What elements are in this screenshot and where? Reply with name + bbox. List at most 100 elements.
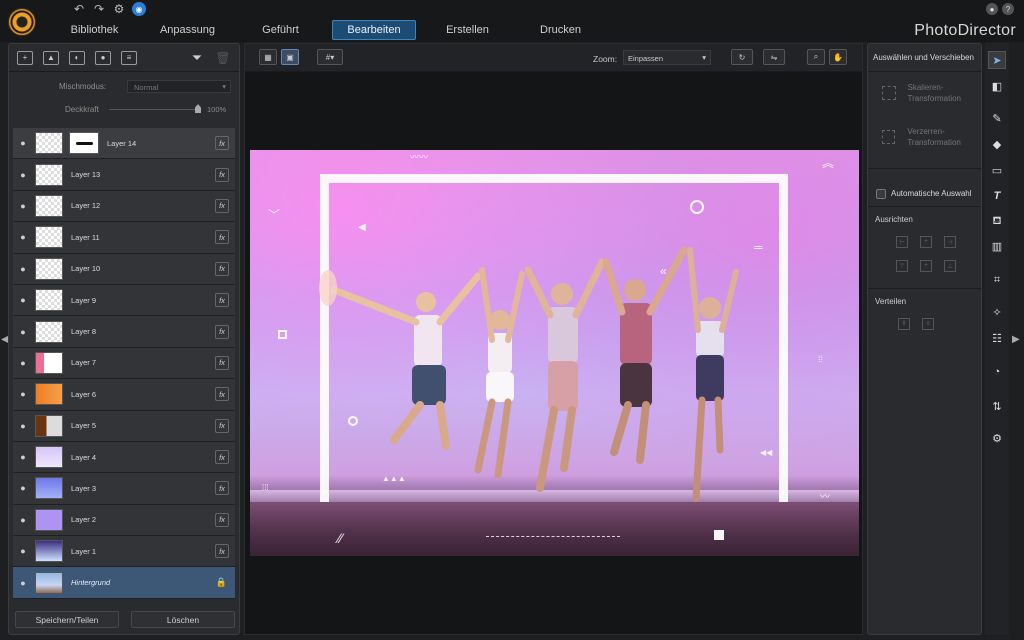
layer-fx-button[interactable]: fx xyxy=(215,355,229,370)
layer-fx-button[interactable]: fx xyxy=(215,481,229,496)
transfer-tool-icon[interactable]: ⇅ xyxy=(988,397,1006,415)
filter-icon[interactable]: ⏷ xyxy=(189,50,205,65)
visibility-eye-icon[interactable]: ● xyxy=(13,515,33,525)
background-layer-row[interactable]: ● Hintergrund 🔒 xyxy=(13,567,235,599)
align-left-icon[interactable]: ⊢ xyxy=(896,236,908,248)
crop-tool-icon[interactable]: ⌗ xyxy=(988,271,1006,289)
layer-row[interactable]: ● Layer 9 fx xyxy=(13,284,235,317)
notification-icon[interactable]: ◉ xyxy=(132,2,146,16)
layer-row[interactable]: ● Layer 14 fx xyxy=(13,128,235,160)
color-tool-icon[interactable]: ◔ xyxy=(988,363,1006,381)
auto-select-checkbox[interactable]: Automatische Auswahl xyxy=(868,168,981,206)
zoom-tool-icon[interactable]: ⌕ xyxy=(807,49,825,65)
mask-icon[interactable]: ● xyxy=(95,50,111,65)
visibility-eye-icon[interactable]: ● xyxy=(13,546,33,556)
layer-fx-button[interactable]: fx xyxy=(215,293,229,308)
trash-icon[interactable]: 🗑 xyxy=(215,51,231,65)
nav-tab-adjustment[interactable]: Anpassung xyxy=(141,20,234,40)
layer-fx-button[interactable]: fx xyxy=(215,450,229,465)
layer-fx-button[interactable]: fx xyxy=(215,261,229,276)
shape-tool-icon[interactable]: ▭ xyxy=(988,161,1006,179)
visibility-eye-icon[interactable]: ● xyxy=(13,138,33,148)
layer-row[interactable]: ● Layer 6 fx xyxy=(13,379,235,411)
align-middle-icon[interactable]: + xyxy=(920,260,932,272)
flip-icon[interactable]: ⇋ xyxy=(763,49,785,65)
nav-tab-edit[interactable]: Bearbeiten xyxy=(332,20,416,40)
nav-tab-guided[interactable]: Geführt xyxy=(234,20,327,40)
layer-row[interactable]: ● Layer 8 fx xyxy=(13,316,235,348)
layer-row[interactable]: ● Layer 12 fx xyxy=(13,190,235,223)
pan-hand-icon[interactable]: ✋ xyxy=(829,49,847,65)
fill-tool-icon[interactable]: ⛾ xyxy=(988,213,1006,231)
layer-mask-thumbnail[interactable] xyxy=(69,132,99,155)
add-image-layer-icon[interactable]: ▲ xyxy=(43,50,59,65)
visibility-eye-icon[interactable]: ● xyxy=(13,295,33,305)
redo-icon[interactable]: ↷ xyxy=(92,2,106,16)
undo-icon[interactable]: ↶ xyxy=(72,2,86,16)
settings-tool-icon[interactable]: ⚙ xyxy=(988,429,1006,447)
layer-row[interactable]: ● Layer 3 fx xyxy=(13,473,235,505)
adjustment-layer-icon[interactable]: ◐ xyxy=(69,50,85,65)
add-layer-icon[interactable]: + xyxy=(17,50,33,65)
single-view-icon[interactable]: ▣ xyxy=(281,49,299,65)
visibility-eye-icon[interactable]: ● xyxy=(13,483,33,493)
app-logo-icon[interactable] xyxy=(8,8,36,36)
layer-row[interactable]: ● Layer 2 fx xyxy=(13,504,235,537)
layer-fx-button[interactable]: fx xyxy=(215,324,229,339)
layer-fx-button[interactable]: fx xyxy=(215,230,229,245)
brush-tool-icon[interactable]: ✎ xyxy=(988,109,1006,127)
visibility-eye-icon[interactable]: ● xyxy=(13,327,33,337)
visibility-eye-icon[interactable]: ● xyxy=(13,232,33,242)
scale-transform-option[interactable]: Skalieren-Transformation xyxy=(868,72,981,116)
adjust-sliders-tool-icon[interactable]: ☷ xyxy=(988,329,1006,347)
align-right-icon[interactable]: ⊣ xyxy=(944,236,956,248)
opacity-slider-handle[interactable] xyxy=(195,104,201,113)
layer-style-tool-icon[interactable]: ◧ xyxy=(988,77,1006,95)
grid-icon[interactable]: #▾ xyxy=(317,49,343,65)
visibility-eye-icon[interactable]: ● xyxy=(13,421,33,431)
layer-fx-button[interactable]: fx xyxy=(215,544,229,559)
magic-wand-tool-icon[interactable]: ✧ xyxy=(988,303,1006,321)
align-center-icon[interactable]: + xyxy=(920,236,932,248)
opacity-slider-track[interactable] xyxy=(109,109,201,110)
nav-tab-create[interactable]: Erstellen xyxy=(421,20,514,40)
layer-fx-button[interactable]: fx xyxy=(215,198,229,213)
visibility-eye-icon[interactable]: ● xyxy=(13,389,33,399)
layer-row[interactable]: ● Layer 13 fx xyxy=(13,159,235,191)
visibility-eye-icon[interactable]: ● xyxy=(13,170,33,180)
visibility-eye-icon[interactable]: ● xyxy=(13,578,33,588)
layer-fx-button[interactable]: fx xyxy=(215,136,229,151)
layer-fx-button[interactable]: fx xyxy=(215,387,229,402)
select-move-tool-icon[interactable]: ➤ xyxy=(988,51,1006,69)
layer-fx-button[interactable]: fx xyxy=(215,512,229,527)
rotate-icon[interactable]: ↻ xyxy=(731,49,753,65)
compare-view-icon[interactable]: ▦ xyxy=(259,49,277,65)
zoom-select[interactable]: Einpassen xyxy=(623,50,711,65)
align-top-icon[interactable]: ⊤ xyxy=(896,260,908,272)
text-tool-icon[interactable]: T xyxy=(988,187,1006,205)
delete-button[interactable]: Löschen xyxy=(131,611,235,628)
nav-tab-library[interactable]: Bibliothek xyxy=(48,20,141,40)
layer-menu-icon[interactable]: ≡ xyxy=(121,50,137,65)
account-icon[interactable]: ● xyxy=(986,3,998,15)
layer-row[interactable]: ● Layer 11 fx xyxy=(13,222,235,254)
edited-photo[interactable]: 〰〰 ︽ ﹀ ◀ ═ « ⁞⁞ ◀◀ ▲▲▲ ⁞⁞⁞ 〰 ⁄⁄ xyxy=(250,150,859,556)
gradient-tool-icon[interactable]: ▥ xyxy=(988,237,1006,255)
skew-transform-option[interactable]: Verzerren-Transformation xyxy=(868,116,981,160)
blend-mode-select[interactable]: Normal xyxy=(127,80,231,93)
layer-row[interactable]: ● Layer 5 fx xyxy=(13,410,235,442)
layer-row[interactable]: ● Layer 10 fx xyxy=(13,253,235,285)
help-icon[interactable]: ? xyxy=(1002,3,1014,15)
layer-row[interactable]: ● Layer 7 fx xyxy=(13,347,235,380)
layer-row[interactable]: ● Layer 1 fx xyxy=(13,536,235,568)
visibility-eye-icon[interactable]: ● xyxy=(13,358,33,368)
settings-gear-icon[interactable]: ⚙ xyxy=(112,2,126,16)
visibility-eye-icon[interactable]: ● xyxy=(13,452,33,462)
layer-fx-button[interactable]: fx xyxy=(215,418,229,433)
visibility-eye-icon[interactable]: ● xyxy=(13,264,33,274)
checkbox-box[interactable] xyxy=(876,188,886,199)
collapse-right-panel-icon[interactable]: ▶ xyxy=(1012,334,1020,345)
nav-tab-print[interactable]: Drucken xyxy=(514,20,607,40)
eraser-tool-icon[interactable]: ◆ xyxy=(988,135,1006,153)
layer-row[interactable]: ● Layer 4 fx xyxy=(13,441,235,474)
